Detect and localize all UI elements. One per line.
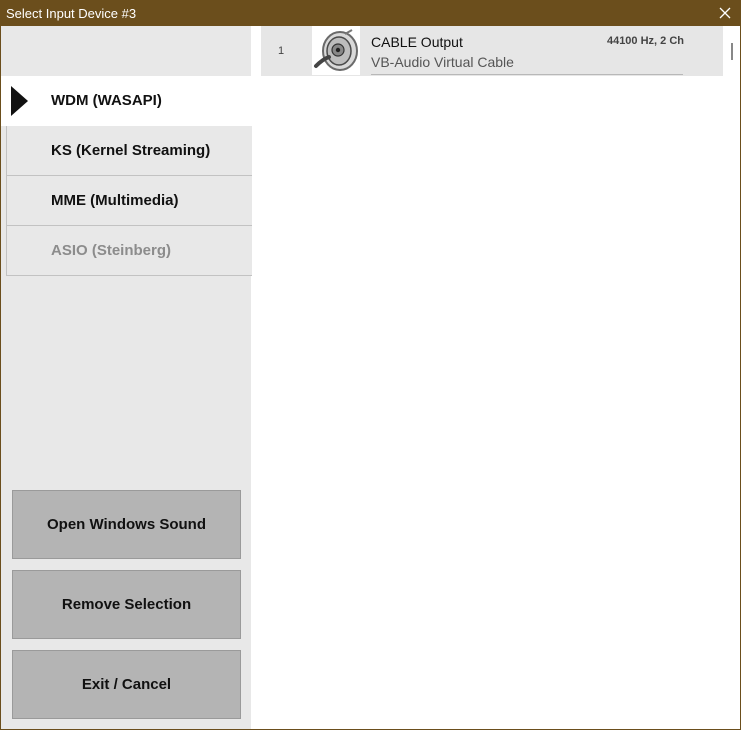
audio-cable-icon — [312, 26, 360, 75]
driver-panel: WDM (WASAPI) KS (Kernel Streaming) MME (… — [1, 26, 252, 729]
window-title: Select Input Device #3 — [6, 6, 137, 21]
device-name: CABLE Output — [371, 34, 463, 50]
remove-selection-button[interactable]: Remove Selection — [12, 570, 241, 639]
tab-asio-steinberg: ASIO (Steinberg) — [6, 226, 252, 276]
scroll-thumb[interactable] — [731, 43, 733, 60]
tab-ks-kernel-streaming[interactable]: KS (Kernel Streaming) — [6, 126, 252, 176]
tab-mme-multimedia[interactable]: MME (Multimedia) — [6, 176, 252, 226]
device-format: 44100 Hz, 2 Ch — [606, 35, 684, 47]
tab-label: KS (Kernel Streaming) — [51, 142, 211, 159]
exit-cancel-button[interactable]: Exit / Cancel — [12, 650, 241, 719]
selected-arrow-icon — [11, 86, 28, 116]
device-driver-name: VB-Audio Virtual Cable — [371, 54, 514, 70]
close-icon — [719, 7, 731, 19]
open-windows-sound-button[interactable]: Open Windows Sound — [12, 490, 241, 559]
dialog-body: WDM (WASAPI) KS (Kernel Streaming) MME (… — [1, 26, 740, 729]
vertical-scrollbar[interactable] — [723, 26, 740, 729]
device-row[interactable]: 1 CABLE Output VB-Audio Virtual Cable 44… — [261, 26, 723, 76]
device-list: 1 CABLE Output VB-Audio Virtual Cable 44… — [261, 26, 723, 729]
title-bar: Select Input Device #3 — [0, 0, 741, 26]
device-index: 1 — [278, 45, 285, 57]
close-button[interactable] — [709, 0, 741, 26]
tab-label: MME (Multimedia) — [51, 192, 179, 209]
row-divider — [371, 74, 683, 75]
tab-wdm-wasapi[interactable]: WDM (WASAPI) — [1, 76, 251, 126]
tab-label: WDM (WASAPI) — [51, 92, 162, 109]
tab-label: ASIO (Steinberg) — [51, 242, 172, 259]
